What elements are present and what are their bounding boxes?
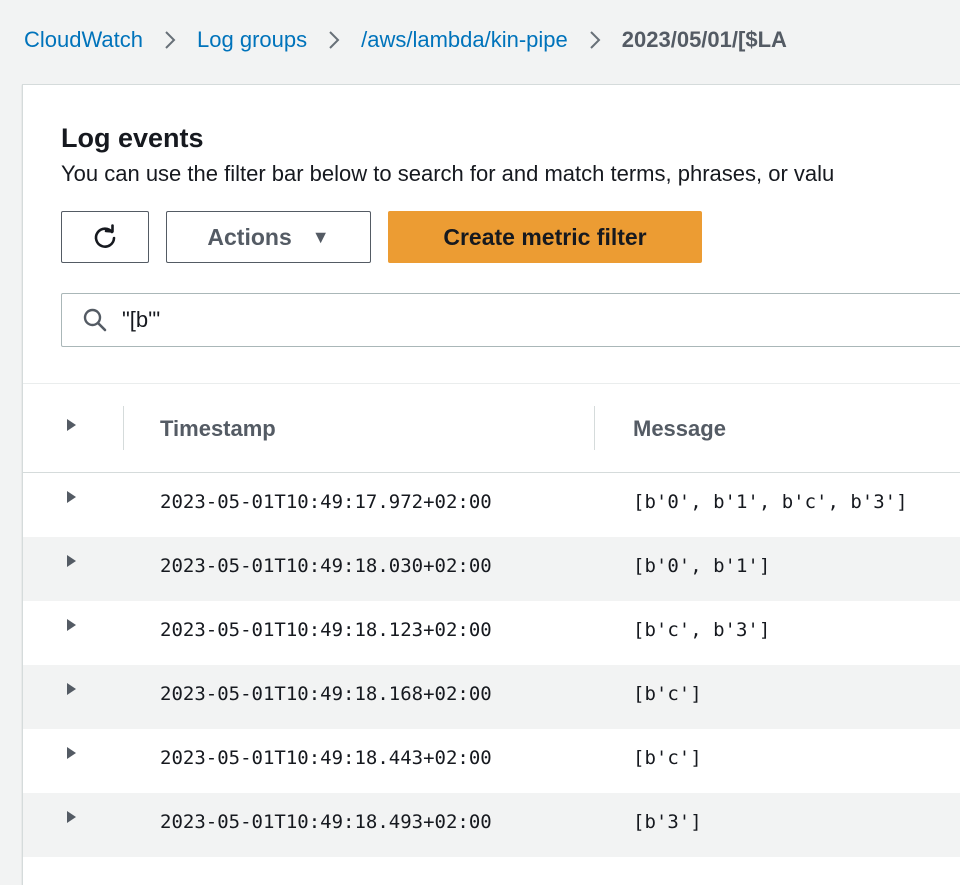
column-divider: [123, 406, 124, 450]
actions-label: Actions: [207, 223, 292, 250]
expand-row-icon[interactable]: [67, 555, 76, 567]
caret-down-icon: ▼: [311, 226, 330, 247]
table-row[interactable]: 2023-05-01T10:49:18.030+02:00 [b'0', b'1…: [23, 537, 960, 601]
expand-all-icon[interactable]: [67, 419, 76, 431]
breadcrumb: CloudWatch Log groups /aws/lambda/kin-pi…: [24, 24, 787, 56]
breadcrumb-cloudwatch[interactable]: CloudWatch: [24, 24, 143, 56]
row-timestamp: 2023-05-01T10:49:18.030+02:00: [160, 555, 492, 577]
log-events-panel: Log events You can use the filter bar be…: [22, 84, 960, 885]
row-message: [b'c', b'3']: [633, 619, 771, 641]
row-message: [b'c']: [633, 683, 702, 705]
expand-row-icon[interactable]: [67, 747, 76, 759]
row-timestamp: 2023-05-01T10:49:18.443+02:00: [160, 747, 492, 769]
panel-title: Log events: [61, 123, 204, 153]
table-row[interactable]: 2023-05-01T10:49:17.972+02:00 [b'0', b'1…: [23, 473, 960, 537]
create-metric-filter-button[interactable]: Create metric filter: [388, 211, 702, 263]
column-header-timestamp[interactable]: Timestamp: [160, 416, 276, 442]
filter-value: "[b'": [122, 307, 161, 332]
chevron-right-icon: [327, 29, 341, 51]
actions-dropdown-button[interactable]: Actions ▼: [166, 211, 371, 263]
breadcrumb-log-groups[interactable]: Log groups: [197, 24, 307, 56]
breadcrumb-log-group[interactable]: /aws/lambda/kin-pipe: [361, 24, 568, 56]
filter-events-input[interactable]: "[b'": [61, 293, 960, 347]
table-header: Timestamp Message: [23, 384, 960, 473]
row-timestamp: 2023-05-01T10:49:18.168+02:00: [160, 683, 492, 705]
refresh-button[interactable]: [61, 211, 149, 263]
chevron-right-icon: [588, 29, 602, 51]
expand-row-icon[interactable]: [67, 491, 76, 503]
row-timestamp: 2023-05-01T10:49:18.493+02:00: [160, 811, 492, 833]
expand-row-icon[interactable]: [67, 683, 76, 695]
log-events-list: 2023-05-01T10:49:17.972+02:00 [b'0', b'1…: [23, 473, 960, 857]
expand-row-icon[interactable]: [67, 619, 76, 631]
column-divider: [594, 406, 595, 450]
row-timestamp: 2023-05-01T10:49:18.123+02:00: [160, 619, 492, 641]
row-message: [b'c']: [633, 747, 702, 769]
row-message: [b'0', b'1']: [633, 555, 771, 577]
row-timestamp: 2023-05-01T10:49:17.972+02:00: [160, 491, 492, 513]
row-message: [b'3']: [633, 811, 702, 833]
table-row[interactable]: 2023-05-01T10:49:18.493+02:00 [b'3']: [23, 793, 960, 857]
table-row[interactable]: 2023-05-01T10:49:18.123+02:00 [b'c', b'3…: [23, 601, 960, 665]
refresh-icon: [92, 224, 118, 250]
row-message: [b'0', b'1', b'c', b'3']: [633, 491, 908, 513]
table-row[interactable]: 2023-05-01T10:49:18.168+02:00 [b'c']: [23, 665, 960, 729]
expand-row-icon[interactable]: [67, 811, 76, 823]
table-row[interactable]: 2023-05-01T10:49:18.443+02:00 [b'c']: [23, 729, 960, 793]
breadcrumb-current: 2023/05/01/[$LA: [621, 27, 787, 52]
panel-description: You can use the filter bar below to sear…: [61, 161, 835, 186]
chevron-right-icon: [163, 29, 177, 51]
column-header-message[interactable]: Message: [633, 416, 726, 442]
search-icon: [82, 306, 110, 334]
